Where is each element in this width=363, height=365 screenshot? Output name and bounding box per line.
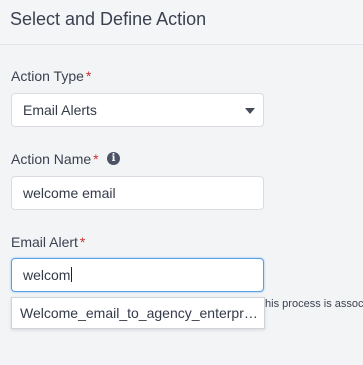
action-type-selected-value: Email Alerts [23,102,97,118]
section-title: Select and Define Action [10,9,207,29]
action-name-label: Action Name * [11,151,99,167]
chevron-down-icon [245,108,255,114]
email-alert-label: Email Alert * [11,234,85,250]
action-name-label-text: Action Name [11,151,92,167]
required-marker: * [93,151,99,167]
email-alert-suggestion-dropdown: Welcome_email_to_agency_enterprise [11,297,265,329]
email-alert-label-text: Email Alert [11,234,78,250]
info-icon[interactable]: i [107,152,120,165]
action-type-label-text: Action Type [11,68,84,84]
action-name-input[interactable]: welcome email [11,176,264,210]
required-marker: * [85,68,92,84]
text-cursor [71,267,73,282]
action-type-label: Action Type * [11,68,91,84]
suggestion-item[interactable]: Welcome_email_to_agency_enterprise [20,305,260,321]
email-alert-typed-text: welcom [23,267,71,283]
email-alert-input[interactable]: welcom [11,258,264,292]
action-type-select[interactable]: Email Alerts [11,93,264,127]
section-header: Select and Define Action [0,0,363,45]
required-marker: * [79,234,86,250]
background-description-text: this process is associated [262,298,363,310]
action-name-value: welcome email [23,185,116,201]
email-alert-value: welcom [23,267,73,283]
